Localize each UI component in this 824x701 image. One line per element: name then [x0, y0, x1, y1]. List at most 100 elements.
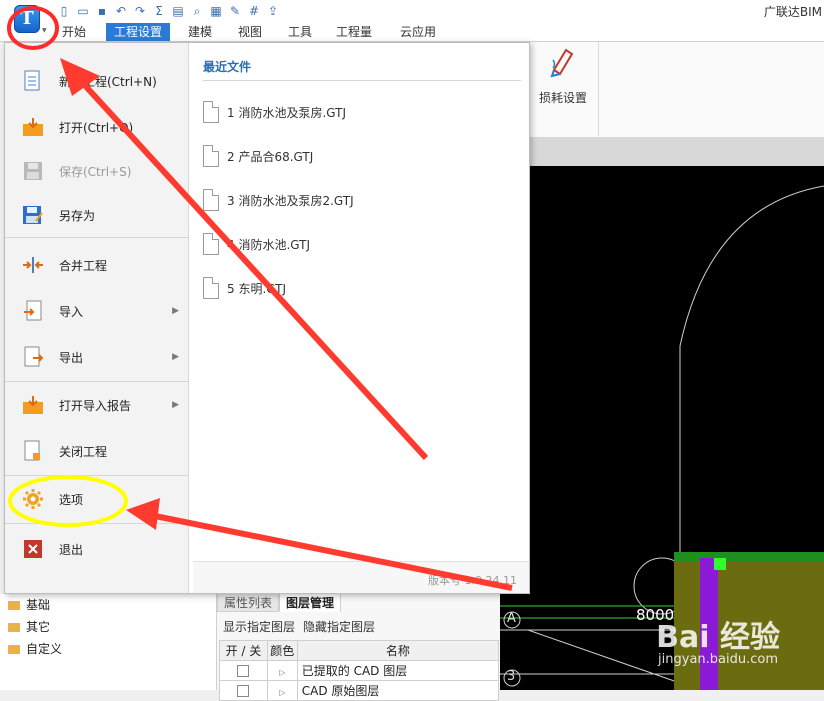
menu-item-6[interactable]: 导出 ▶: [5, 337, 189, 377]
layer-column-header: 开 / 关: [219, 640, 268, 661]
watermark-brand: Bai 经验: [656, 620, 780, 655]
tree-item[interactable]: 其它: [8, 618, 50, 636]
tab-4[interactable]: 工具: [280, 23, 320, 41]
save-icon[interactable]: ▪: [94, 3, 110, 19]
document-icon: [203, 277, 219, 299]
tab-2[interactable]: 建模: [180, 23, 220, 41]
query-icon[interactable]: ⌕: [189, 3, 205, 19]
document-icon: [203, 233, 219, 255]
document-icon: [203, 145, 219, 167]
report-icon: [21, 393, 45, 417]
table-row[interactable]: ▷ 已提取的 CAD 图层: [219, 660, 500, 681]
menu-item-4[interactable]: 合并工程: [5, 245, 189, 285]
menu-item-label: 另存为: [59, 208, 96, 223]
report-icon[interactable]: ▤: [170, 3, 186, 19]
recent-file-name: 3 消防水池及泵房2.GTJ: [227, 193, 354, 208]
loss-setting-icon: [550, 48, 574, 78]
app-menu-button[interactable]: T: [14, 5, 40, 33]
chevron-down-icon: ▼: [42, 27, 47, 34]
version-label: 版本号 1.0.24.11: [428, 574, 517, 587]
menu-item-1[interactable]: 打开(Ctrl+O): [5, 107, 189, 147]
import-icon: [21, 299, 45, 323]
grid-icon[interactable]: #: [246, 3, 262, 19]
document-icon: [203, 101, 219, 123]
menu-item-9[interactable]: 选项: [5, 479, 189, 519]
layer-table-body: ▷ 已提取的 CAD 图层 ▷ CAD 原始图层: [219, 660, 500, 701]
menu-separator: [5, 523, 189, 524]
merge-icon: [21, 253, 45, 277]
layer-name: CAD 原始图层: [296, 680, 500, 701]
layer-visible-checkbox[interactable]: [237, 685, 250, 697]
recent-file-item[interactable]: 3 消防水池及泵房2.GTJ: [203, 187, 354, 213]
layer-panel: 属性列表 图层管理 显示指定图层 隐藏指定图层 开 / 关颜色 名称 ▷ 已提取的 CA…: [216, 592, 500, 701]
menu-item-0[interactable]: 新建工程(Ctrl+N): [5, 61, 189, 101]
ribbon-body: 损耗设置: [528, 42, 824, 138]
tree-item-label: 自定义: [26, 642, 63, 656]
layer-action-button[interactable]: 显示指定图层: [223, 618, 295, 635]
menu-item-label: 合并工程: [59, 258, 108, 273]
recent-file-item[interactable]: 5 东明.GTJ: [203, 275, 286, 301]
menu-item-8[interactable]: 关闭工程: [5, 431, 189, 471]
menu-item-label: 退出: [59, 542, 84, 557]
new-project-icon: [21, 69, 45, 93]
tab-6[interactable]: 云应用: [392, 23, 444, 41]
open-folder-icon[interactable]: ▭: [75, 3, 91, 19]
layer-color-cell: ▷: [266, 680, 298, 701]
open-icon: [21, 115, 45, 139]
loss-setting-button[interactable]: 损耗设置: [536, 48, 590, 118]
recent-file-item[interactable]: 2 产品合68.GTJ: [203, 143, 313, 169]
tab-0[interactable]: 开始: [54, 23, 94, 41]
watermark-url: jingyan.baidu.com: [658, 652, 778, 667]
quick-access-toolbar: ▯ ▭ ▪ ↶ ↷ Σ ▤ ⌕ ▦ ✎ # ⇪: [56, 2, 281, 20]
tab-3[interactable]: 视图: [230, 23, 270, 41]
menu-item-label: 导出: [59, 350, 84, 365]
menu-item-7[interactable]: 打开导入报告 ▶: [5, 385, 189, 425]
ribbon-divider: [598, 42, 599, 136]
sum-icon[interactable]: Σ: [151, 3, 167, 19]
save-icon: [21, 159, 45, 183]
undo-icon[interactable]: ↶: [113, 3, 129, 19]
menu-item-3[interactable]: 另存为: [5, 195, 189, 235]
tree-item-label: 其它: [26, 620, 51, 634]
redo-icon[interactable]: ↷: [132, 3, 148, 19]
menu-item-10[interactable]: 退出: [5, 529, 189, 569]
tab-5[interactable]: 工程量: [328, 23, 380, 41]
menu-item-label: 新建工程(Ctrl+N): [59, 74, 157, 89]
menu-separator: [5, 381, 189, 382]
new-file-icon[interactable]: ▯: [56, 3, 72, 19]
menu-separator: [5, 237, 189, 238]
recent-file-item[interactable]: 1 消防水池及泵房.GTJ: [203, 99, 346, 125]
recent-file-item[interactable]: 4 消防水池.GTJ: [203, 231, 310, 257]
menu-item-label: 关闭工程: [59, 444, 108, 459]
pen-icon[interactable]: ✎: [227, 3, 243, 19]
tree-item-label: 基础: [26, 598, 51, 612]
layer-column-header: 颜色: [266, 640, 298, 661]
calc-icon[interactable]: ▦: [208, 3, 224, 19]
exit-icon: [21, 537, 45, 561]
layer-visible-checkbox[interactable]: [237, 665, 250, 677]
recent-files-divider: [203, 80, 521, 81]
layer-column-header: 名称: [296, 640, 500, 661]
layer-action-button[interactable]: 隐藏指定图层: [303, 618, 375, 635]
tab-1[interactable]: 工程设置: [106, 23, 171, 41]
layer-toggle-cell: [219, 660, 268, 681]
folder-icon: [8, 600, 20, 610]
axis-label-3: 3: [507, 669, 516, 684]
export-icon[interactable]: ⇪: [265, 3, 281, 19]
layer-tab-1[interactable]: 图层管理: [279, 592, 342, 612]
app-title: 广联达BIM: [763, 5, 822, 19]
folder-icon: [8, 644, 20, 654]
recent-file-name: 2 产品合68.GTJ: [227, 149, 314, 164]
tree-item[interactable]: 自定义: [8, 640, 62, 658]
expand-arrow-icon[interactable]: ▷: [279, 688, 285, 697]
table-row[interactable]: ▷ CAD 原始图层: [219, 680, 500, 701]
expand-arrow-icon[interactable]: ▷: [279, 668, 285, 677]
tree-item[interactable]: 基础: [8, 596, 50, 614]
layer-table-header: 开 / 关颜色 名称: [219, 640, 500, 661]
save-as-icon: [21, 203, 45, 227]
recent-file-name: 5 东明.GTJ: [227, 281, 287, 296]
menu-item-5[interactable]: 导入 ▶: [5, 291, 189, 331]
layer-tab-0[interactable]: 属性列表: [217, 592, 280, 612]
options-gear-icon: [21, 487, 45, 511]
recent-files-title: 最近文件: [203, 60, 252, 74]
